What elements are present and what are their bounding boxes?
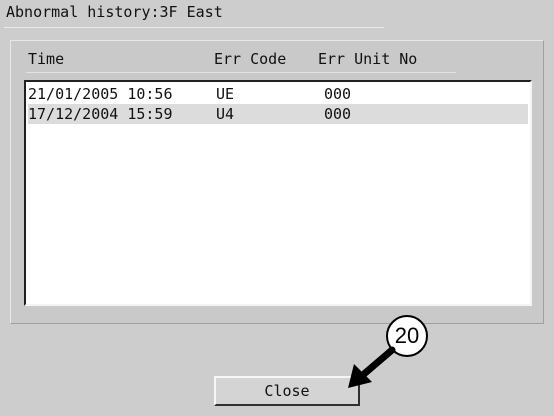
list-item[interactable]: 17/12/2004 15:59 U4 000 [28,104,528,124]
history-list[interactable]: 21/01/2005 10:56 UE 000 17/12/2004 15:59… [24,80,532,306]
row-err-code: UE [216,85,235,103]
callout-number: 20 [394,323,420,348]
row-time: 21/01/2005 10:56 [28,85,173,103]
abnormal-history-window: Abnormal history:3F East Time Err Code E… [0,0,554,416]
title-divider [4,27,384,28]
column-header-err-code: Err Code [214,50,287,68]
row-time: 17/12/2004 15:59 [28,105,173,123]
close-button[interactable]: Close [214,376,360,406]
list-item[interactable]: 21/01/2005 10:56 UE 000 [28,84,528,104]
row-err-code: U4 [216,105,235,123]
row-err-unit-no: 000 [324,105,352,123]
header-divider [26,72,456,73]
column-header-time: Time [28,50,65,68]
window-title: Abnormal history:3F East [6,3,223,21]
row-err-unit-no: 000 [324,85,352,103]
column-header-err-unit-no: Err Unit No [318,50,418,68]
